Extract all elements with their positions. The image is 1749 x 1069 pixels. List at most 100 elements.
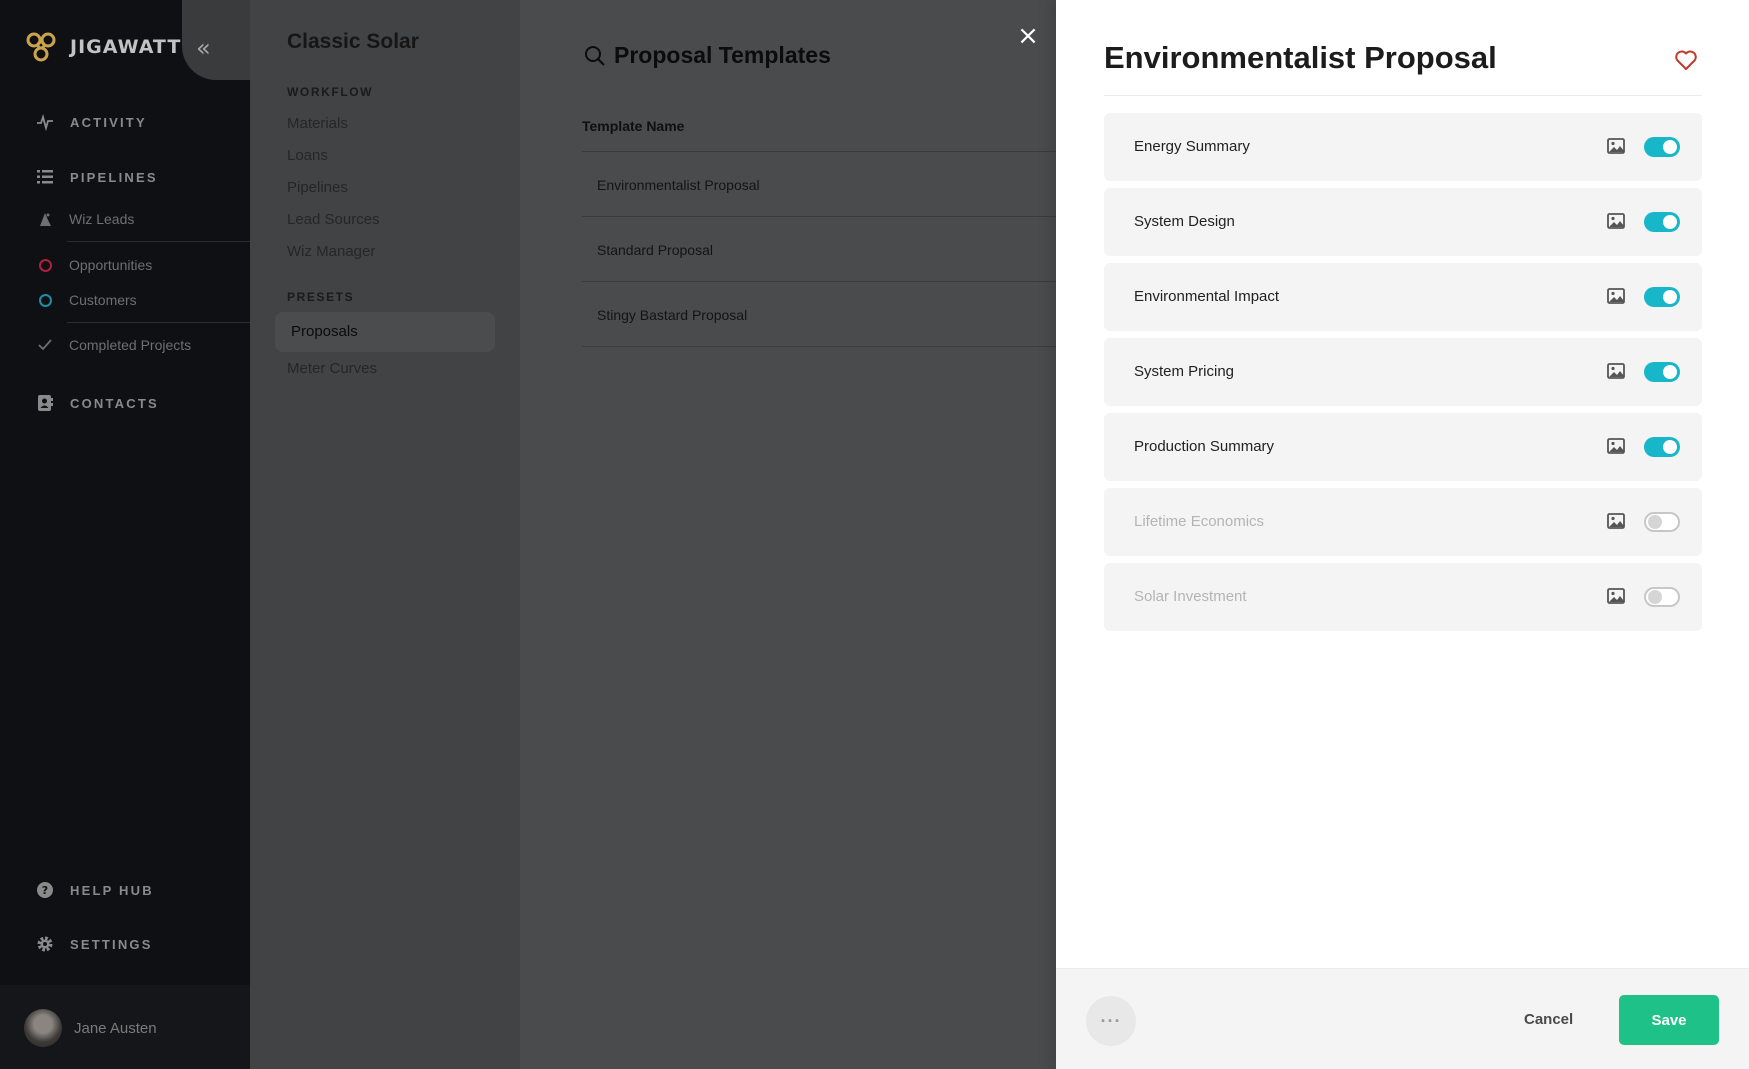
check-icon	[36, 336, 54, 354]
avatar[interactable]	[24, 1009, 62, 1047]
section-label: System Pricing	[1134, 363, 1235, 380]
main-nav-sidebar: JIGAWATT « ACTIVITY PIPELINES Wiz Leads …	[0, 0, 250, 1069]
section-toggle[interactable]	[1644, 212, 1680, 232]
menu-item-materials[interactable]: Materials	[287, 115, 348, 132]
nav-item-settings[interactable]: SETTINGS	[36, 935, 153, 953]
toggle-knob	[1663, 290, 1677, 304]
menu-item-lead-sources[interactable]: Lead Sources	[287, 211, 380, 228]
nav-item-label: Opportunities	[69, 257, 153, 273]
templates-table: Environmentalist Proposal Standard Propo…	[582, 151, 1056, 347]
section-row-system-design[interactable]: System Design	[1104, 188, 1702, 256]
brand-area: JIGAWATT «	[0, 0, 250, 96]
nav-item-label: ACTIVITY	[70, 114, 147, 130]
collapse-sidebar-icon[interactable]: «	[196, 34, 211, 62]
nav-item-contacts[interactable]: CONTACTS	[36, 394, 159, 412]
drawer-footer: ··· Cancel Save	[1056, 968, 1749, 1069]
image-icon[interactable]	[1607, 438, 1625, 454]
nav-item-help-hub[interactable]: ? HELP HUB	[36, 881, 154, 899]
gear-icon	[36, 935, 54, 953]
section-label: Production Summary	[1134, 438, 1275, 455]
workflow-heading: WORKFLOW	[287, 85, 374, 99]
menu-item-wiz-manager[interactable]: Wiz Manager	[287, 243, 375, 260]
search-icon[interactable]	[584, 45, 606, 67]
user-profile[interactable]: Jane Austen	[0, 985, 250, 1069]
customers-ring-icon	[36, 291, 54, 309]
nav-item-customers[interactable]: Customers	[36, 291, 137, 309]
toggle-knob	[1648, 590, 1662, 604]
section-row-solar-investment[interactable]: Solar Investment	[1104, 563, 1702, 631]
menu-item-loans[interactable]: Loans	[287, 147, 328, 164]
nav-item-label: Completed Projects	[69, 337, 192, 353]
column-header-template-name[interactable]: Template Name	[582, 118, 684, 134]
nav-item-label: HELP HUB	[70, 882, 154, 898]
user-name: Jane Austen	[74, 1020, 157, 1037]
opportunities-ring-icon	[36, 256, 54, 274]
table-row[interactable]: Standard Proposal	[582, 217, 1056, 282]
section-row-system-pricing[interactable]: System Pricing	[1104, 338, 1702, 406]
section-row-environmental-impact[interactable]: Environmental Impact	[1104, 263, 1702, 331]
toggle-knob	[1663, 140, 1677, 154]
section-toggle[interactable]	[1644, 137, 1680, 157]
nav-item-pipelines[interactable]: PIPELINES	[36, 168, 158, 186]
menu-item-label: Proposals	[291, 323, 358, 340]
more-options-button[interactable]: ···	[1086, 996, 1136, 1046]
nav-item-completed-projects[interactable]: Completed Projects	[36, 336, 191, 354]
table-row[interactable]: Stingy Bastard Proposal	[582, 282, 1056, 347]
proposal-editor-drawer: Environmentalist Proposal Energy Summary…	[1056, 0, 1749, 1069]
section-label: Lifetime Economics	[1134, 513, 1265, 530]
image-icon[interactable]	[1607, 513, 1625, 529]
section-toggle[interactable]	[1644, 362, 1680, 382]
svg-text:?: ?	[42, 884, 48, 897]
templates-panel: Proposal Templates Template Name Environ…	[520, 0, 1056, 1069]
nav-item-activity[interactable]: ACTIVITY	[36, 113, 147, 131]
section-label: Solar Investment	[1134, 588, 1247, 605]
save-button[interactable]: Save	[1619, 995, 1719, 1045]
logo-notch	[182, 0, 250, 80]
cancel-button[interactable]: Cancel	[1524, 1011, 1573, 1028]
nav-divider	[67, 322, 250, 323]
toggle-knob	[1663, 365, 1677, 379]
nav-item-opportunities[interactable]: Opportunities	[36, 256, 152, 274]
table-row[interactable]: Environmentalist Proposal	[582, 152, 1056, 217]
jigawatt-logo-icon[interactable]	[24, 30, 58, 64]
image-icon[interactable]	[1607, 213, 1625, 229]
image-icon[interactable]	[1607, 588, 1625, 604]
section-toggle[interactable]	[1644, 287, 1680, 307]
menu-item-pipelines[interactable]: Pipelines	[287, 179, 348, 196]
section-row-energy-summary[interactable]: Energy Summary	[1104, 113, 1702, 181]
section-row-lifetime-economics[interactable]: Lifetime Economics	[1104, 488, 1702, 556]
section-label: Energy Summary	[1134, 138, 1250, 155]
presets-heading: PRESETS	[287, 290, 355, 304]
nav-item-label: Wiz Leads	[69, 211, 135, 227]
section-row-production-summary[interactable]: Production Summary	[1104, 413, 1702, 481]
nav-item-label: SETTINGS	[70, 936, 153, 952]
heart-icon[interactable]	[1674, 48, 1698, 72]
nav-item-label: PIPELINES	[70, 169, 158, 185]
settings-menu: Classic Solar WORKFLOW Materials Loans P…	[250, 0, 520, 1069]
menu-item-meter-curves[interactable]: Meter Curves	[287, 360, 377, 377]
menu-item-proposals[interactable]: Proposals	[275, 312, 495, 352]
section-toggle[interactable]	[1644, 512, 1680, 532]
drawer-title: Environmentalist Proposal	[1104, 40, 1497, 75]
page-title: Proposal Templates	[614, 42, 831, 68]
nav-item-wiz-leads[interactable]: Wiz Leads	[36, 210, 134, 228]
close-icon[interactable]: ×	[1014, 21, 1042, 51]
toggle-knob	[1663, 440, 1677, 454]
section-label: Environmental Impact	[1134, 288, 1280, 305]
section-label: System Design	[1134, 213, 1235, 230]
contacts-icon	[36, 394, 54, 412]
wiz-leads-icon	[36, 210, 54, 228]
pipelines-icon	[36, 168, 54, 186]
toggle-knob	[1663, 215, 1677, 229]
title-divider	[1104, 95, 1702, 96]
templates-heading: Proposal Templates	[584, 42, 831, 69]
image-icon[interactable]	[1607, 288, 1625, 304]
org-name: Classic Solar	[287, 30, 419, 53]
section-toggle[interactable]	[1644, 587, 1680, 607]
toggle-knob	[1648, 515, 1662, 529]
nav-item-label: Customers	[69, 292, 137, 308]
image-icon[interactable]	[1607, 363, 1625, 379]
section-toggle[interactable]	[1644, 437, 1680, 457]
brand-name[interactable]: JIGAWATT	[70, 36, 181, 58]
image-icon[interactable]	[1607, 138, 1625, 154]
